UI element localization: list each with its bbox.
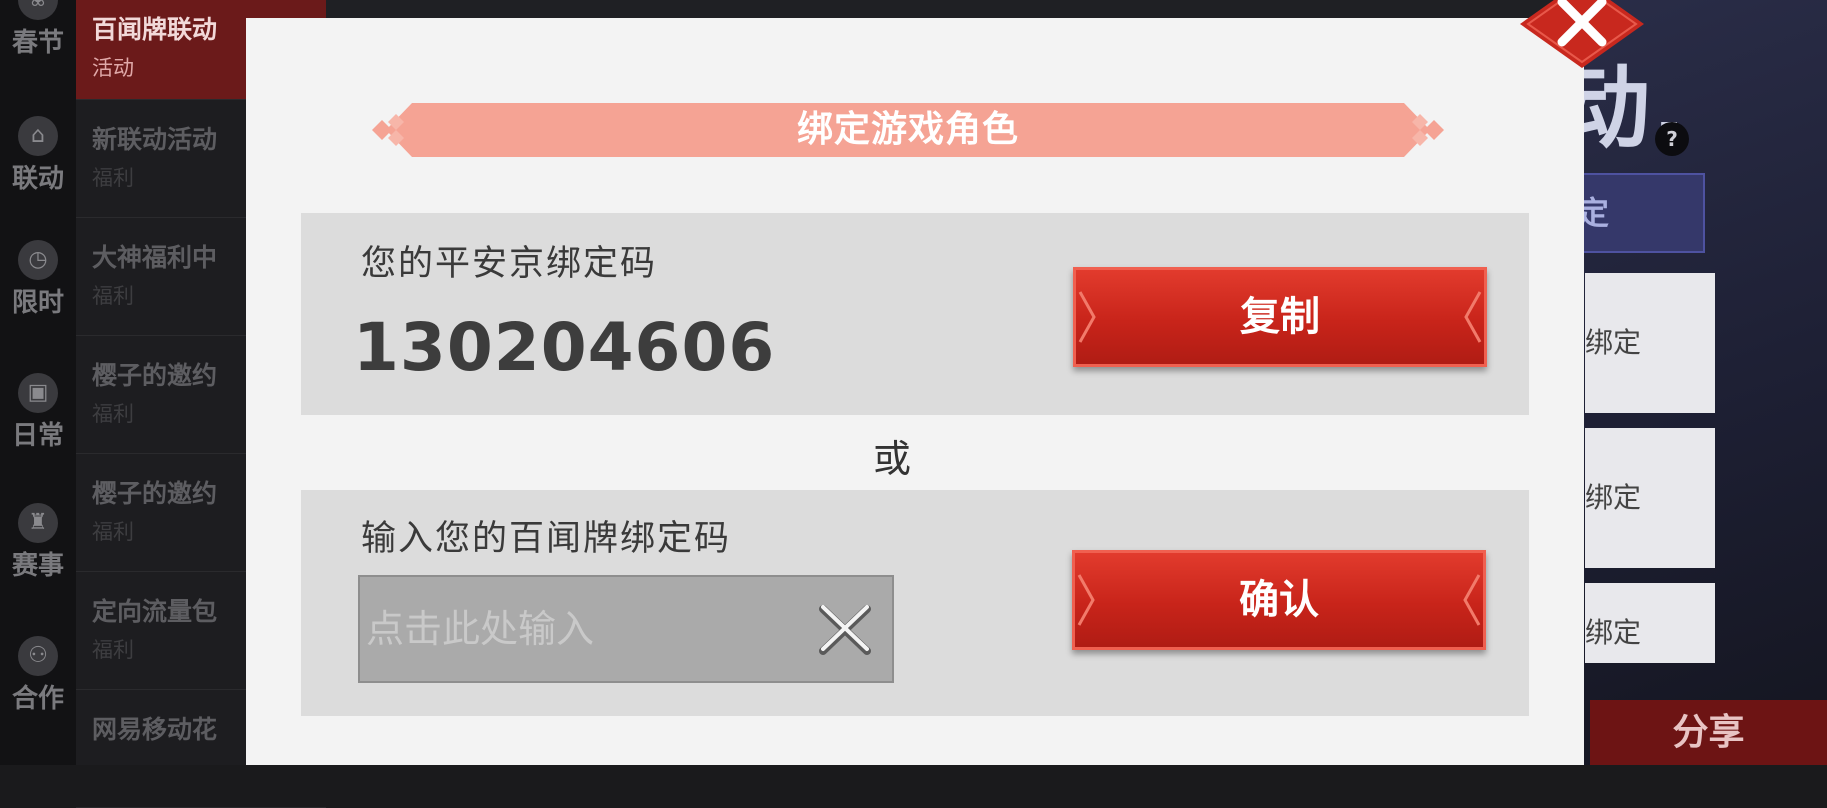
rail-label: 春节 xyxy=(11,28,64,58)
rail-label: 限时 xyxy=(11,288,64,318)
rail-item-limited[interactable]: ◷ 限时 xyxy=(0,232,76,332)
help-icon[interactable]: ? xyxy=(1655,122,1689,156)
rail-label: 日常 xyxy=(11,421,64,451)
rail-label: 赛事 xyxy=(11,551,64,581)
background-card-label: 绑定 xyxy=(1585,616,1642,649)
dialog-title-banner: 绑定游戏角色 xyxy=(368,103,1448,157)
collab-icon: ⌂ xyxy=(18,116,58,156)
background-card-label: 绑定 xyxy=(1585,481,1642,514)
rail-label: 合作 xyxy=(11,684,64,714)
rail-item-spring[interactable]: ❀ 春节 xyxy=(0,0,76,72)
rail-label: 联动 xyxy=(11,164,64,194)
background-card[interactable]: 绑定 xyxy=(1585,428,1715,568)
clear-icon xyxy=(819,605,871,655)
share-button[interactable]: 分享 xyxy=(1590,700,1827,765)
own-code-section: 您的平安京绑定码 130204606 复制 xyxy=(301,213,1529,415)
copy-button[interactable]: 复制 xyxy=(1073,267,1487,367)
clear-input-button[interactable] xyxy=(815,601,875,659)
bind-code-value: 130204606 xyxy=(353,309,776,386)
background-card[interactable]: 绑定 xyxy=(1585,583,1715,663)
bind-code-input[interactable]: 点击此处输入 xyxy=(358,575,894,683)
dialog-title: 绑定游戏角色 xyxy=(796,109,1019,150)
input-code-label: 输入您的百闻牌绑定码 xyxy=(361,519,732,559)
confirm-button[interactable]: 确认 xyxy=(1072,550,1486,650)
gift-icon: ▣ xyxy=(18,373,58,413)
spring-festival-icon: ❀ xyxy=(18,0,58,20)
rail-item-partner[interactable]: ⚇ 合作 xyxy=(0,628,76,728)
rail-item-daily[interactable]: ▣ 日常 xyxy=(0,365,76,465)
confirm-button-label: 确认 xyxy=(1239,577,1319,623)
background-card-label: 绑定 xyxy=(1585,326,1642,359)
clock-icon: ◷ xyxy=(18,240,58,280)
trophy-icon: ♜ xyxy=(18,503,58,543)
own-code-label: 您的平安京绑定码 xyxy=(361,244,658,284)
close-button[interactable] xyxy=(1520,0,1644,68)
input-placeholder: 点击此处输入 xyxy=(366,607,595,651)
rail-item-events[interactable]: ♜ 赛事 xyxy=(0,495,76,595)
background-card[interactable]: 绑定 xyxy=(1585,273,1715,413)
rail-item-collab[interactable]: ⌂ 联动 xyxy=(0,108,76,208)
background-bind-button[interactable]: 定 xyxy=(1575,173,1705,253)
handshake-icon: ⚇ xyxy=(18,636,58,676)
share-label: 分享 xyxy=(1672,712,1745,753)
category-rail: ❀ 春节 ⌂ 联动 ◷ 限时 ▣ 日常 ♜ 赛事 ⚇ 合作 xyxy=(0,0,77,765)
input-code-section: 输入您的百闻牌绑定码 点击此处输入 确认 xyxy=(301,490,1529,716)
copy-button-label: 复制 xyxy=(1240,294,1320,340)
or-divider: 或 xyxy=(873,437,912,481)
close-icon xyxy=(1520,0,1644,68)
